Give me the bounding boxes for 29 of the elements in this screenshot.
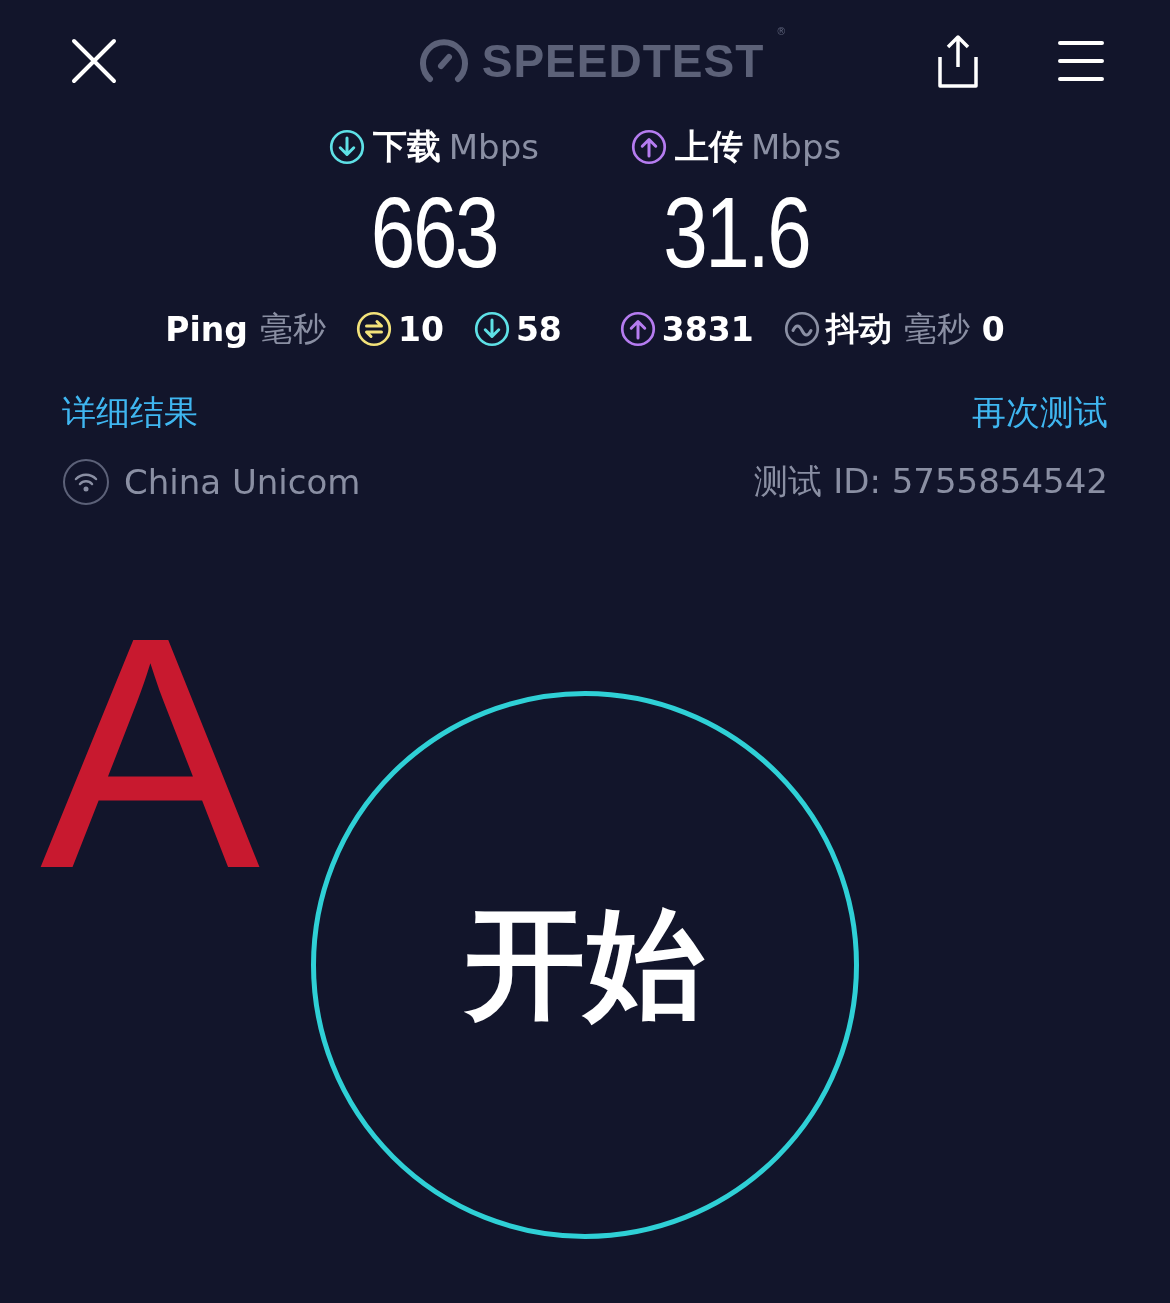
ping-value: 3831 [661, 309, 754, 349]
annotation-letter: A [40, 588, 261, 918]
speed-label: 下载 [372, 125, 441, 168]
provider-name: China Unicom [124, 462, 361, 502]
unit-label: Mbps [448, 127, 539, 167]
gauge-icon [417, 39, 470, 83]
jitter-value: 0 [981, 309, 1005, 349]
unit-label: 毫秒 [903, 307, 970, 350]
unit-label: Mbps [751, 127, 842, 167]
idle-arrows-icon [355, 311, 392, 347]
wifi-icon [62, 458, 110, 506]
start-button[interactable]: 开始 [311, 691, 859, 1239]
ping-value: 58 [515, 309, 562, 349]
speed-value: 663 [370, 175, 498, 290]
test-id: 测试 ID: 5755854542 [754, 460, 1108, 503]
retest-link[interactable]: 再次测试 [972, 390, 1108, 436]
jitter-label: 抖动 [825, 307, 892, 350]
results-link[interactable]: 详细结果 [62, 390, 198, 436]
unit-label: 毫秒 [259, 307, 326, 350]
speed-value: 31.6 [663, 175, 810, 290]
logo-text: SPEEDTEST [481, 34, 765, 88]
share-icon[interactable] [936, 33, 980, 89]
menu-icon[interactable] [1058, 38, 1104, 84]
registered-mark: ® [776, 26, 787, 37]
ping-value: 10 [397, 309, 444, 349]
close-icon[interactable] [70, 37, 118, 85]
ping-label: Ping [165, 309, 248, 349]
speed-label: 上传 [675, 125, 743, 168]
wave-icon [783, 311, 820, 347]
